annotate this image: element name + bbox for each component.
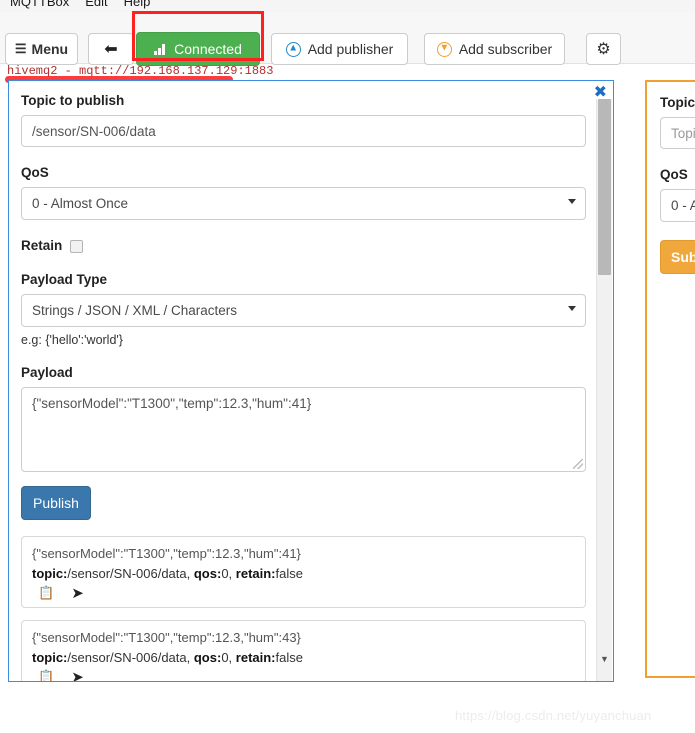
topic-to-publish-input[interactable]: /sensor/SN-006/data xyxy=(21,115,586,147)
message-topic-key: topic: xyxy=(32,566,68,581)
arrow-left-icon: ⬅ xyxy=(104,41,118,58)
hamburger-icon: ☰ xyxy=(14,41,27,56)
message-payload: {"sensorModel":"T1300","temp":12.3,"hum"… xyxy=(32,630,301,645)
message-topic-key: topic: xyxy=(32,650,68,665)
payload-type-select-wrapper: Strings / JSON / XML / Characters xyxy=(21,294,586,327)
menu-item-help[interactable]: Help xyxy=(116,0,159,12)
message-qos-key: qos: xyxy=(193,650,222,665)
menu-item-edit[interactable]: Edit xyxy=(77,0,115,12)
message-payload: {"sensorModel":"T1300","temp":12.3,"hum"… xyxy=(32,546,301,561)
watermark-text: https://blog.csdn.net/yuyanchuan xyxy=(455,708,652,723)
connection-url-label: hivemq2 - mqtt://192.168.137.129:1883 xyxy=(7,64,274,78)
add-subscriber-button[interactable]: ▼ Add subscriber xyxy=(424,33,565,65)
gear-icon: ⚙ xyxy=(596,41,611,58)
message-retain-value: false xyxy=(275,566,303,581)
add-publisher-button[interactable]: ▲ Add publisher xyxy=(271,33,408,65)
chevron-down-icon xyxy=(568,199,576,204)
circle-arrow-up-icon: ▲ xyxy=(285,41,301,57)
circle-arrow-down-icon: ▼ xyxy=(436,41,452,57)
message-qos-key: qos: xyxy=(193,566,222,581)
back-button[interactable]: ⬅ xyxy=(88,33,134,65)
publisher-panel-body: Topic to publish /sensor/SN-006/data QoS… xyxy=(9,81,599,681)
message-meta: topic:/sensor/SN-006/data, qos:0, retain… xyxy=(32,648,575,667)
payload-type-select[interactable]: Strings / JSON / XML / Characters xyxy=(21,294,586,327)
menu-item-mqttbox[interactable]: MQTTBox xyxy=(2,0,77,12)
message-retain-value: false xyxy=(275,650,303,665)
add-publisher-label: Add publisher xyxy=(307,41,394,57)
topic-to-publish-label: Topic to publish xyxy=(21,93,125,108)
copy-icon[interactable]: 📋 xyxy=(38,671,54,681)
qos-select-wrapper: 0 - Almost Once xyxy=(21,187,586,220)
message-actions: 📋 ➤ xyxy=(32,670,575,682)
retain-label: Retain xyxy=(21,238,63,253)
publisher-panel: ✖ Topic to publish /sensor/SN-006/data Q… xyxy=(8,80,614,682)
publish-button[interactable]: Publish xyxy=(21,486,91,520)
menu-button[interactable]: ☰ Menu xyxy=(5,33,78,65)
main-toolbar: ☰ Menu ⬅ Connected ▲ Add publisher ▼ Add… xyxy=(0,12,695,66)
qos-select[interactable]: 0 - Almost Once xyxy=(21,187,586,220)
connection-status-label: Connected xyxy=(174,41,242,57)
message-card[interactable]: {"sensorModel":"T1300","temp":12.3,"hum"… xyxy=(21,536,586,608)
share-arrow-icon[interactable]: ➤ xyxy=(71,586,84,601)
application-menu-bar: MQTTBox Edit Help xyxy=(0,0,695,12)
message-card[interactable]: {"sensorModel":"T1300","temp":12.3,"hum"… xyxy=(21,620,586,682)
published-messages-list: {"sensorModel":"T1300","temp":12.3,"hum"… xyxy=(21,536,586,682)
qos-label: QoS xyxy=(21,165,49,180)
message-qos-value: 0, xyxy=(221,650,236,665)
message-retain-key: retain: xyxy=(235,566,276,581)
message-qos-value: 0, xyxy=(221,566,236,581)
menu-button-label: Menu xyxy=(31,41,69,57)
subscriber-panel-body: Topic Topi QoS 0 - A Subs xyxy=(647,82,695,274)
retain-checkbox[interactable] xyxy=(70,239,84,253)
payload-textarea[interactable]: {"sensorModel":"T1300","temp":12.3,"hum"… xyxy=(21,387,586,472)
scrollbar-thumb[interactable] xyxy=(598,99,611,275)
subscriber-topic-input[interactable]: Topi xyxy=(660,117,695,149)
subscriber-qos-select[interactable]: 0 - A xyxy=(660,189,695,222)
payload-type-label: Payload Type xyxy=(21,272,108,287)
subscriber-topic-label: Topic xyxy=(660,95,695,110)
message-retain-key: retain: xyxy=(235,650,276,665)
message-actions: 📋 ➤ xyxy=(32,586,575,601)
message-meta: topic:/sensor/SN-006/data, qos:0, retain… xyxy=(32,564,575,583)
settings-button[interactable]: ⚙ xyxy=(586,33,621,65)
publisher-panel-scrollbar[interactable]: ▼ xyxy=(596,99,612,681)
chevron-down-icon xyxy=(568,306,576,311)
message-topic-value: /sensor/SN-006/data, xyxy=(67,650,194,665)
message-topic-value: /sensor/SN-006/data, xyxy=(67,566,194,581)
payload-label: Payload xyxy=(21,365,73,380)
signal-bars-icon xyxy=(154,43,167,55)
subscriber-panel: Topic Topi QoS 0 - A Subs xyxy=(645,80,695,678)
subscribe-button[interactable]: Subs xyxy=(660,240,695,274)
add-subscriber-label: Add subscriber xyxy=(458,41,553,57)
retain-row: Retain xyxy=(21,238,584,254)
chevron-down-icon[interactable]: ▼ xyxy=(597,655,612,664)
copy-icon[interactable]: 📋 xyxy=(38,587,54,600)
connection-status-button[interactable]: Connected xyxy=(136,32,260,66)
payload-type-hint: e.g: {'hello':'world'} xyxy=(21,333,123,347)
subscriber-qos-label: QoS xyxy=(660,167,688,182)
share-arrow-icon[interactable]: ➤ xyxy=(71,670,84,682)
